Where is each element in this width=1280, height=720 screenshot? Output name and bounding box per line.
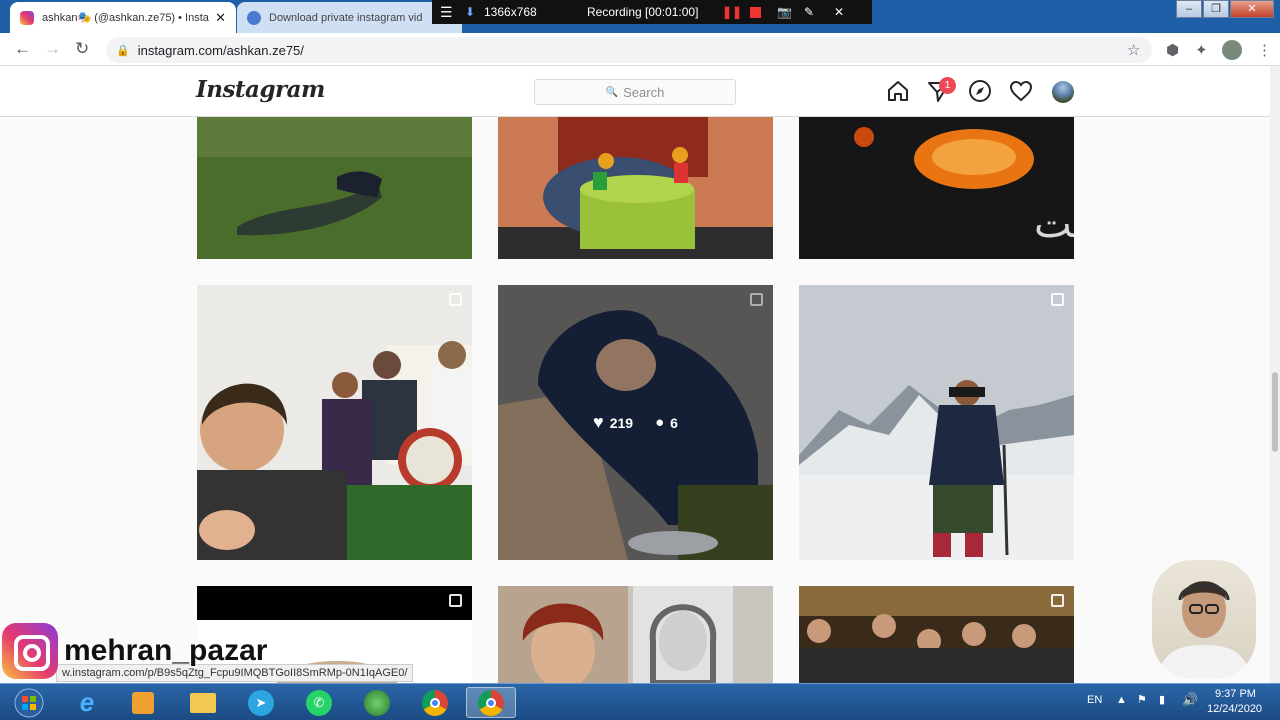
post-tile[interactable] [197,117,472,259]
post-tile[interactable] [197,285,472,560]
channel-watermark: mehran_pazar [2,623,267,679]
tab-strip: ashkan🎭 (@ashkan.ze75) • Insta ✕ Downloa… [0,0,1280,33]
reload-icon[interactable]: ↻ [75,39,89,59]
profile-avatar[interactable] [1222,40,1242,60]
explore-compass-icon[interactable] [968,79,992,103]
stop-icon[interactable] [750,6,761,18]
recorder-resolution: 1366x768 [484,5,537,19]
chrome-icon[interactable] [410,687,460,718]
instagram-watermark-icon [2,623,58,679]
telegram-icon[interactable]: ➤ [236,687,286,718]
start-button[interactable] [4,687,54,718]
search-input[interactable]: 🔍 Search [534,79,736,105]
recorder-bar: ☰ ⬇ 1366x768 Recording [00:01:00] ❚❚ 📷 ✎… [432,0,872,24]
more-menu-icon[interactable]: ⋮ [1257,41,1272,59]
clock-date[interactable]: 12/24/2020 [1207,703,1262,715]
minimize-icon[interactable]: – [1176,0,1202,18]
heart-icon: ♥ [593,412,604,432]
post-tile[interactable]: ♥ 219 ● 6 [498,285,773,560]
file-explorer-icon[interactable] [178,687,228,718]
address-bar[interactable]: 🔒 instagram.com/ashkan.ze75/ [106,37,1152,63]
windows-taskbar: e ➤ ✆ EN ▲ ⚑ ▮ 🔊 9:37 PM 12/24/2020 [0,683,1280,720]
like-count: 219 [609,414,634,431]
instagram-header: Instagram 🔍 Search [0,66,1270,117]
camera-icon[interactable]: 📷 [777,5,792,19]
fire-caption-text: ک سال گذشت [1034,201,1074,247]
pen-icon[interactable]: ✎ [804,5,814,19]
download-site-favicon-icon [247,10,261,25]
post-tile[interactable] [498,586,773,683]
bookmark-star-icon[interactable]: ☆ [1127,41,1140,59]
post-hover-overlay[interactable]: ♥ 219 ● 6 [498,285,773,560]
tab-title: ashkan🎭 (@ashkan.ze75) • Insta [42,12,209,24]
user-avatar[interactable] [1052,81,1074,103]
webcam-overlay [1152,560,1256,678]
page-scrollbar[interactable] [1270,66,1280,683]
window-controls: – ❐ ✕ [1175,0,1274,18]
media-player-icon[interactable] [118,687,168,718]
pin-icon: ⬇ [465,5,476,19]
pause-icon[interactable]: ❚❚ [722,5,742,19]
action-center-flag-icon[interactable]: ⚑ [1137,693,1147,706]
show-hidden-icons-icon[interactable]: ▲ [1116,694,1127,706]
lock-icon: 🔒 [116,44,130,57]
notification-badge: 1 [939,77,956,94]
internet-explorer-icon[interactable]: e [62,687,112,718]
post-tile[interactable] [799,586,1074,683]
carousel-icon [1051,594,1064,607]
instagram-favicon-icon [20,10,34,25]
menu-icon[interactable]: ☰ [440,4,453,21]
puzzle-icon[interactable]: ✦ [1195,41,1208,59]
likes-stat: ♥ 219 [593,412,633,433]
close-recorder-icon[interactable]: ✕ [834,5,844,19]
carousel-icon [1051,293,1064,306]
carousel-icon [449,293,462,306]
close-tab-icon[interactable]: ✕ [215,10,226,26]
post-tile[interactable] [799,285,1074,560]
scrollbar-thumb[interactable] [1272,372,1278,452]
comment-bubble-icon: ● [655,414,665,431]
recorder-status: Recording [00:01:00] [587,5,699,19]
instagram-logo[interactable]: Instagram [196,76,325,103]
volume-icon[interactable]: 🔊 [1182,692,1198,708]
chrome-active-icon[interactable] [466,687,516,718]
tab-title: Download private instagram vid [269,11,423,24]
clock-time[interactable]: 9:37 PM [1215,688,1256,700]
comments-stat: ● 6 [655,414,678,431]
tab-instagram[interactable]: ashkan🎭 (@ashkan.ze75) • Insta ✕ [10,2,236,33]
watermark-name: mehran_pazar [64,634,268,667]
whatsapp-icon[interactable]: ✆ [294,687,344,718]
forward-icon[interactable]: → [44,39,61,59]
home-icon[interactable] [886,79,910,103]
search-icon: 🔍 [605,86,619,98]
activity-heart-icon[interactable] [1009,79,1033,103]
back-icon[interactable]: ← [14,39,31,59]
post-tile[interactable]: ک سال گذشت [799,117,1074,259]
maximize-icon[interactable]: ❐ [1203,0,1229,18]
close-window-icon[interactable]: ✕ [1230,0,1274,18]
network-icon[interactable]: ▮ [1159,693,1165,706]
carousel-icon [449,594,462,607]
post-tile[interactable] [498,117,773,259]
extension-icon[interactable]: ⬢ [1166,41,1179,59]
download-manager-icon[interactable] [352,687,402,718]
comment-count: 6 [670,414,678,431]
url-text: instagram.com/ashkan.ze75/ [137,42,304,58]
browser-toolbar: ← → ↻ 🔒 instagram.com/ashkan.ze75/ ☆ ⬢ ✦… [0,33,1280,66]
language-indicator[interactable]: EN [1087,694,1102,706]
search-placeholder: Search [623,84,665,100]
tab-download[interactable]: Download private instagram vid [237,2,462,33]
